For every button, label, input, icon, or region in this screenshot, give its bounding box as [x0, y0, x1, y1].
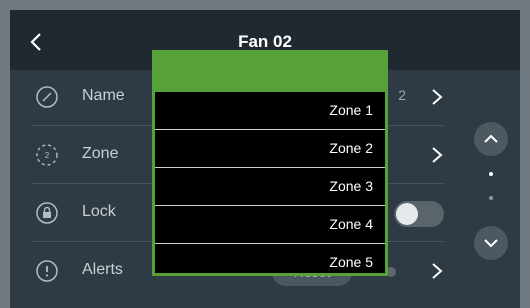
- scroll-up-button[interactable]: [474, 122, 508, 156]
- page-indicator-dot: [489, 196, 493, 200]
- zone-dropdown[interactable]: Zone 1 Zone 2 Zone 3 Zone 4 Zone 5: [152, 50, 388, 276]
- dropdown-option[interactable]: Zone 2: [155, 130, 385, 168]
- option-label: Zone 1: [329, 102, 373, 118]
- page-title: Fan 02: [238, 32, 292, 51]
- dropdown-option[interactable]: Zone 5: [155, 244, 385, 273]
- lock-toggle[interactable]: [394, 201, 444, 227]
- chevron-down-icon: [484, 239, 498, 248]
- lock-icon: [34, 200, 60, 226]
- chevron-right-icon: [432, 89, 443, 105]
- zone-icon: 2: [34, 142, 60, 168]
- settings-row-value: 2: [398, 87, 406, 103]
- option-label: Zone 5: [329, 254, 373, 270]
- chevron-up-icon: [484, 134, 498, 143]
- settings-row-label: Lock: [82, 203, 116, 220]
- settings-row-label: Zone: [82, 145, 119, 162]
- option-label: Zone 2: [329, 140, 373, 156]
- settings-row-label: Name: [82, 87, 125, 104]
- edit-circle-icon: [34, 84, 60, 110]
- dropdown-option[interactable]: Zone 3: [155, 168, 385, 206]
- dropdown-option[interactable]: Zone 1: [155, 92, 385, 130]
- page-indicator-dot: [489, 172, 493, 176]
- option-label: Zone 4: [329, 216, 373, 232]
- svg-text:2: 2: [45, 151, 50, 160]
- chevron-right-icon: [432, 147, 443, 163]
- toggle-knob: [396, 203, 418, 225]
- alert-icon: [34, 258, 60, 284]
- scroll-down-button[interactable]: [474, 226, 508, 260]
- dropdown-option[interactable]: Zone 4: [155, 206, 385, 244]
- dropdown-header: [155, 53, 385, 92]
- settings-row-label: Alerts: [82, 261, 123, 278]
- option-label: Zone 3: [329, 178, 373, 194]
- chevron-right-icon: [432, 263, 443, 279]
